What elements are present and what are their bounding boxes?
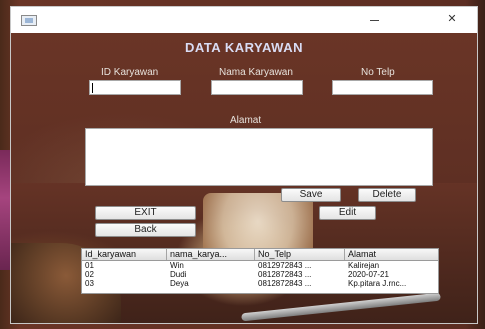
no-telp-field[interactable] xyxy=(332,80,433,95)
table-cell: 02 xyxy=(85,270,94,279)
close-icon[interactable]: ✕ xyxy=(441,11,463,27)
id-karyawan-label: ID Karyawan xyxy=(101,67,159,78)
column-header-telp[interactable]: No_Telp xyxy=(255,249,345,260)
no-telp-label: No Telp xyxy=(361,67,395,78)
spoon-image xyxy=(241,292,441,322)
table-cell: Win xyxy=(170,261,184,270)
column-header-id[interactable]: Id_karyawan xyxy=(82,249,167,260)
table-cell: 03 xyxy=(85,279,94,288)
table-row[interactable]: 02 Dudi 0812872843 ... 2020-07-21 xyxy=(82,270,438,279)
table-cell: Kalirejan xyxy=(348,261,380,270)
table-cell: Dudi xyxy=(170,270,187,279)
nama-karyawan-label: Nama Karyawan xyxy=(219,67,293,78)
karyawan-table[interactable]: Id_karyawan nama_karya... No_Telp Alamat… xyxy=(81,248,439,294)
table-row[interactable]: 03 Deya 0812872843 ... Kp.pitara J.rnc..… xyxy=(82,279,438,288)
delete-button[interactable]: Delete xyxy=(358,188,416,202)
table-cell: 2020-07-21 xyxy=(348,270,389,279)
id-karyawan-field[interactable] xyxy=(89,80,181,95)
exit-button[interactable]: EXIT xyxy=(95,206,196,220)
column-header-alamat[interactable]: Alamat xyxy=(345,249,438,260)
table-cell: 0812872843 ... xyxy=(258,279,312,288)
column-header-nama[interactable]: nama_karya... xyxy=(167,249,255,260)
minimize-icon[interactable] xyxy=(363,11,385,27)
window-app-icon xyxy=(21,15,37,26)
alamat-textarea[interactable] xyxy=(85,128,433,186)
alamat-label: Alamat xyxy=(230,115,262,126)
app-window: ✕ DATA KARYAWAN ID Karyawan Nama Karyawa… xyxy=(10,6,478,324)
edit-button[interactable]: Edit xyxy=(319,206,376,220)
table-cell: 0812872843 ... xyxy=(258,270,312,279)
table-header: Id_karyawan nama_karya... No_Telp Alamat xyxy=(82,249,438,261)
table-cell: Deya xyxy=(170,279,189,288)
table-row[interactable]: 01 Win 0812972843 ... Kalirejan xyxy=(82,261,438,270)
page-title: DATA KARYAWAN xyxy=(185,40,303,55)
table-cell: 01 xyxy=(85,261,94,270)
back-button[interactable]: Back xyxy=(95,223,196,237)
nama-karyawan-field[interactable] xyxy=(211,80,303,95)
save-button[interactable]: Save xyxy=(281,188,341,202)
table-cell: Kp.pitara J.rnc... xyxy=(348,279,407,288)
table-cell: 0812972843 ... xyxy=(258,261,312,270)
title-bar[interactable]: ✕ xyxy=(11,7,477,33)
text-caret xyxy=(92,83,93,93)
